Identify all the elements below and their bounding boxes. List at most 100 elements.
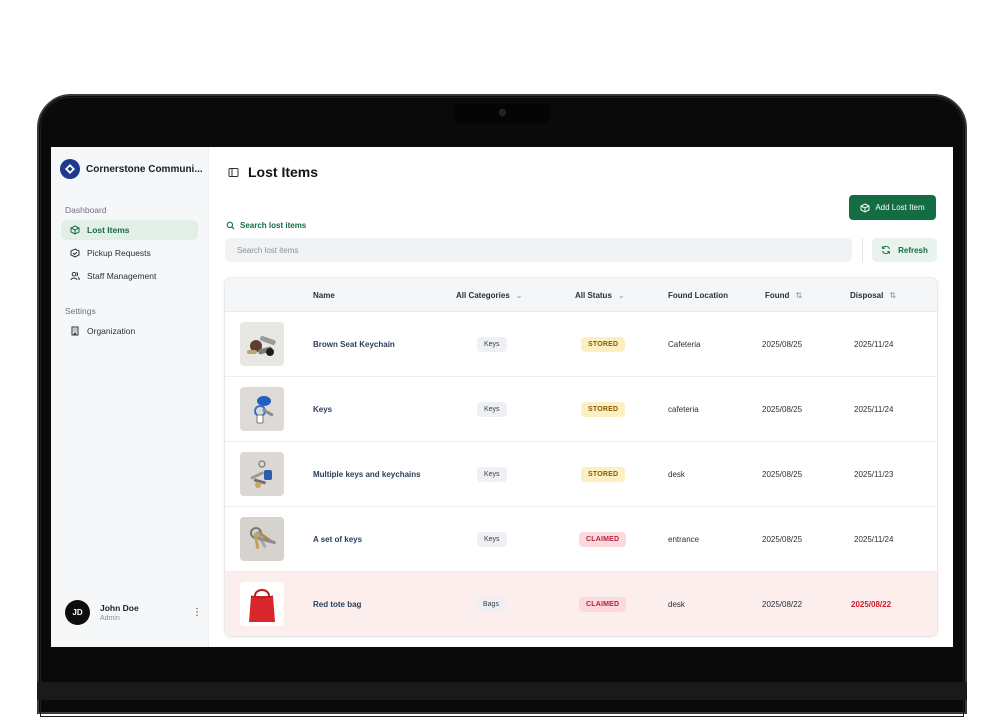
table-row[interactable]: Keys Keys STORED cafeteria 2025/08/25 20… bbox=[225, 377, 937, 442]
lost-items-table: Name All Categories ⌄ All Status ⌄ Found L… bbox=[225, 278, 937, 636]
item-photo-thumbnail bbox=[240, 582, 284, 626]
status-badge: STORED bbox=[581, 337, 626, 352]
item-name: Brown Seat Keychain bbox=[313, 340, 395, 349]
column-header-location: Found Location bbox=[668, 290, 728, 300]
sidebar-item-organization[interactable]: Organization bbox=[61, 321, 198, 341]
category-cell: Keys bbox=[477, 442, 507, 507]
chevron-down-icon: ⌄ bbox=[617, 290, 625, 300]
location-cell: desk bbox=[668, 600, 685, 609]
category-cell: Keys bbox=[477, 377, 507, 442]
status-cell: STORED bbox=[581, 312, 626, 377]
column-header-name: Name bbox=[313, 290, 335, 300]
disposal-date-cell: 2025/11/24 bbox=[854, 405, 894, 414]
item-photo-thumbnail bbox=[240, 322, 284, 366]
sidebar-item-label: Lost Items bbox=[87, 225, 130, 235]
org-name: Cornerstone Communi... bbox=[86, 163, 203, 175]
found-date-cell: 2025/08/25 bbox=[762, 405, 803, 414]
table-row[interactable]: Brown Seat Keychain Keys STORED Cafeteri… bbox=[225, 312, 937, 377]
status-cell: CLAIMED bbox=[579, 572, 627, 636]
location-cell: desk bbox=[668, 470, 685, 479]
sort-icon: ⇅ bbox=[795, 290, 803, 300]
page-title: Lost Items bbox=[248, 164, 319, 180]
category-badge: Keys bbox=[477, 337, 507, 352]
item-photo-thumbnail bbox=[240, 517, 284, 561]
found-date-cell: 2025/08/25 bbox=[762, 535, 803, 544]
disposal-date-cell: 2025/11/24 bbox=[854, 535, 894, 544]
table-row[interactable]: A set of keys Keys CLAIMED entrance 2025… bbox=[225, 507, 937, 572]
user-profile[interactable]: JD John Doe Admin ⋮ bbox=[65, 600, 202, 625]
add-lost-item-button[interactable]: Add Lost Item bbox=[849, 195, 936, 220]
box-icon bbox=[70, 225, 80, 235]
sidebar-toggle-icon[interactable] bbox=[228, 167, 239, 178]
sort-disposal-header[interactable]: Disposal ⇅ bbox=[850, 278, 896, 312]
item-name: Multiple keys and keychains bbox=[313, 470, 421, 479]
sidebar-item-lost-items[interactable]: Lost Items bbox=[61, 220, 198, 240]
location-cell: cafeteria bbox=[668, 405, 699, 414]
status-badge: CLAIMED bbox=[579, 597, 627, 612]
category-badge: Bags bbox=[476, 597, 506, 612]
found-date-cell: 2025/08/25 bbox=[762, 340, 803, 349]
status-cell: STORED bbox=[581, 377, 626, 442]
category-cell: Keys bbox=[477, 312, 507, 377]
status-badge: CLAIMED bbox=[579, 532, 627, 547]
sidebar-item-label: Pickup Requests bbox=[87, 248, 151, 258]
status-cell: STORED bbox=[581, 442, 626, 507]
sidebar: Cornerstone Communi... Dashboard Lost It… bbox=[51, 147, 209, 647]
building-icon bbox=[71, 326, 79, 336]
users-icon bbox=[70, 271, 80, 281]
group-label-settings: Settings bbox=[65, 306, 96, 316]
refresh-label: Refresh bbox=[898, 245, 928, 255]
chevron-down-icon: ⌄ bbox=[515, 290, 523, 300]
status-badge: STORED bbox=[581, 467, 626, 482]
item-photo-thumbnail bbox=[240, 387, 284, 431]
search-input[interactable] bbox=[225, 238, 852, 262]
found-date-cell: 2025/08/25 bbox=[762, 470, 803, 479]
sort-icon: ⇅ bbox=[889, 290, 897, 300]
org-logo-icon bbox=[60, 159, 80, 179]
status-filter[interactable]: All Status ⌄ bbox=[575, 278, 625, 312]
app-screen: Cornerstone Communi... Dashboard Lost It… bbox=[51, 147, 953, 647]
sidebar-item-staff-management[interactable]: Staff Management bbox=[61, 266, 198, 286]
more-vertical-icon[interactable]: ⋮ bbox=[192, 608, 202, 618]
org-header[interactable]: Cornerstone Communi... bbox=[60, 159, 203, 179]
add-lost-item-label: Add Lost Item bbox=[875, 203, 925, 212]
location-cell: entrance bbox=[668, 535, 700, 544]
item-name: Red tote bag bbox=[313, 600, 362, 609]
item-name: A set of keys bbox=[313, 535, 363, 544]
category-cell: Bags bbox=[476, 572, 506, 636]
page-header: Lost Items bbox=[228, 164, 318, 180]
category-cell: Keys bbox=[477, 507, 507, 572]
toolbar-divider bbox=[862, 238, 863, 262]
disposal-date-cell: 2025/11/24 bbox=[854, 340, 894, 349]
user-name: John Doe bbox=[100, 603, 139, 613]
category-filter[interactable]: All Categories ⌄ bbox=[456, 278, 523, 312]
laptop-bottom-bezel bbox=[37, 682, 967, 700]
status-cell: CLAIMED bbox=[579, 507, 627, 572]
search-icon bbox=[226, 221, 235, 230]
package-check-icon bbox=[70, 248, 80, 258]
user-role: Admin bbox=[100, 615, 120, 622]
sort-found-header[interactable]: Found ⇅ bbox=[765, 278, 802, 312]
disposal-date-cell: 2025/08/22 bbox=[851, 600, 892, 609]
location-cell: Cafeteria bbox=[668, 340, 701, 349]
search-label: Search lost items bbox=[226, 221, 306, 230]
group-label-dashboard: Dashboard bbox=[65, 205, 107, 215]
search-label-text: Search lost items bbox=[240, 221, 307, 230]
table-row[interactable]: Multiple keys and keychains Keys STORED … bbox=[225, 442, 937, 507]
disposal-date-cell: 2025/11/23 bbox=[854, 470, 894, 479]
category-badge: Keys bbox=[477, 467, 507, 482]
table-row[interactable]: Red tote bag Bags CLAIMED desk 2025/08/2… bbox=[225, 572, 937, 636]
sidebar-item-label: Organization bbox=[87, 326, 136, 336]
category-badge: Keys bbox=[477, 532, 507, 547]
sidebar-item-label: Staff Management bbox=[87, 271, 157, 281]
table-header: Name All Categories ⌄ All Status ⌄ Found L… bbox=[225, 278, 937, 312]
refresh-icon bbox=[882, 245, 891, 255]
avatar: JD bbox=[65, 600, 90, 625]
found-date-cell: 2025/08/22 bbox=[762, 600, 803, 609]
category-badge: Keys bbox=[477, 402, 507, 417]
status-badge: STORED bbox=[581, 402, 626, 417]
refresh-button[interactable]: Refresh bbox=[872, 238, 937, 262]
box-plus-icon bbox=[860, 202, 870, 213]
sidebar-item-pickup-requests[interactable]: Pickup Requests bbox=[61, 243, 198, 263]
item-photo-thumbnail bbox=[240, 452, 284, 496]
